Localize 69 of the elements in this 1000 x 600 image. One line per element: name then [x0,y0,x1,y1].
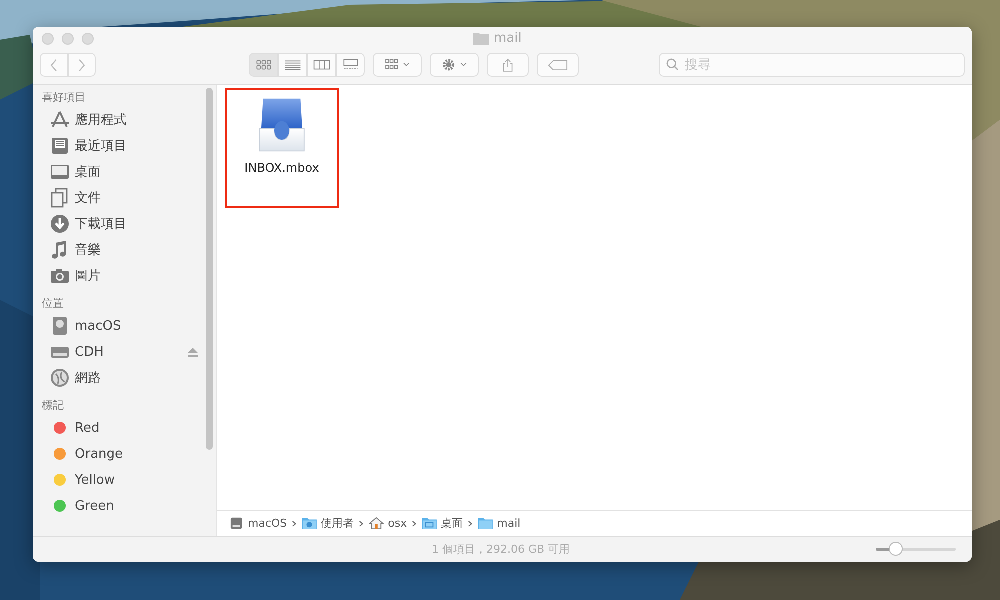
group-button[interactable] [373,53,422,77]
house-icon [369,517,384,530]
apps-icon [50,110,70,130]
back-button[interactable] [40,53,68,77]
sidebar-item[interactable]: 圖片 [75,267,101,285]
file-item[interactable]: INBOX.mbox [225,88,339,208]
desktop-icon [50,162,70,182]
sidebar-item[interactable]: Red [75,420,100,436]
columns-view-button[interactable] [307,53,336,77]
path-item[interactable]: 桌面 [441,516,464,531]
folder-icon [478,517,494,530]
sidebar-heading: 標記 [42,398,65,414]
sidebar-item[interactable]: 桌面 [75,163,101,181]
icons-view-button[interactable] [249,53,278,77]
chevron-right-icon [78,58,86,72]
search-field[interactable]: 搜尋 [659,53,965,77]
sidebar-item[interactable]: Orange [75,446,124,462]
zoom-button[interactable] [82,33,94,45]
close-button[interactable] [42,33,54,45]
window-title: mail [494,31,522,46]
path-item[interactable]: 使用者 [321,516,354,531]
gallery-view-button[interactable] [336,53,365,77]
documents-icon [50,188,70,208]
sidebar-item[interactable]: Green [75,498,114,514]
list-view-button[interactable] [278,53,307,77]
sidebar-item[interactable]: 下載項目 [75,215,127,233]
tray-icon [50,136,70,156]
gallery-icon [342,59,360,71]
columns-icon [312,59,330,71]
icon-size-slider[interactable] [876,542,956,556]
desktop-folder-icon [422,517,438,530]
eject-icon[interactable] [188,348,198,356]
sidebar-item[interactable]: macOS [75,318,122,334]
settings-button[interactable] [430,53,479,77]
tag-icon [548,60,568,70]
chevron-icon [412,520,418,528]
chevron-icon [468,520,474,528]
sidebar-item[interactable]: Yellow [75,472,116,488]
download-icon [50,214,70,234]
sidebar-heading: 位置 [42,296,65,312]
list-icon [284,59,302,71]
path-item[interactable]: osx [388,517,408,530]
chevron-icon [359,520,364,528]
tag-button[interactable] [537,53,579,77]
file-name: INBOX.mbox [244,161,320,175]
share-icon [502,58,514,72]
sidebar-heading: 喜好項目 [42,90,87,106]
path-item[interactable]: macOS [248,517,288,530]
globe-icon [50,368,70,388]
sidebar-item[interactable]: CDH [75,344,104,360]
camera-icon [50,266,70,286]
chevron-left-icon [50,58,58,72]
share-button[interactable] [487,53,529,77]
forward-button[interactable] [68,53,96,77]
sidebar-item[interactable]: 最近項目 [75,137,127,155]
sidebar-item[interactable]: 音樂 [75,241,101,259]
sidebar-item[interactable]: 文件 [75,189,101,207]
folder-icon [473,32,489,45]
grid-dropdown-icon [382,59,412,71]
scroll-bar[interactable] [206,88,213,450]
user-folder-icon [302,517,318,530]
grid-icon [254,59,272,71]
status-text: 1 個項目，292.06 GB 可用 [432,542,570,557]
chevron-icon [292,520,298,528]
slider-thumb[interactable] [889,542,903,556]
sidebar-item[interactable]: 應用程式 [75,111,127,129]
path-item[interactable]: mail [497,517,521,530]
sidebar-item[interactable]: 網路 [75,369,101,387]
minimize-button[interactable] [62,33,74,45]
